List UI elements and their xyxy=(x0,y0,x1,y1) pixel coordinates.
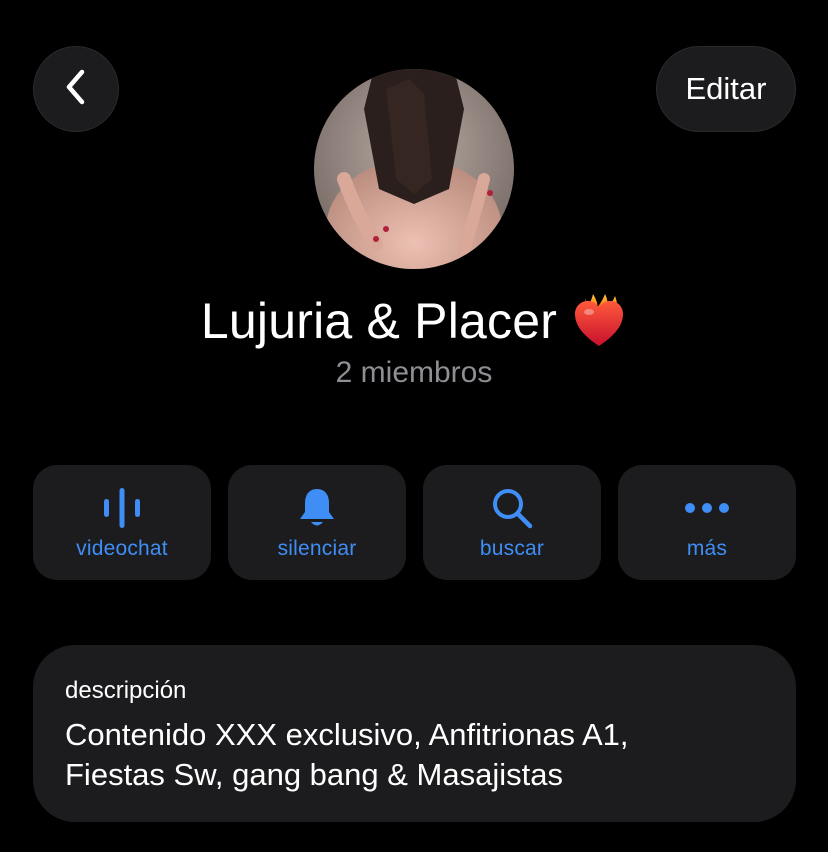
description-card: descripción Contenido XXX exclusivo, Anf… xyxy=(33,645,796,822)
description-line-2: Fiestas Sw, gang bang & Masajistas xyxy=(65,757,563,792)
more-button[interactable]: más xyxy=(618,465,796,580)
search-label: buscar xyxy=(479,537,545,560)
videochat-button[interactable]: videochat xyxy=(33,465,211,580)
chevron-left-icon xyxy=(61,67,91,112)
search-icon xyxy=(487,485,537,531)
more-label: más xyxy=(686,537,728,560)
heart-on-fire-icon xyxy=(571,292,627,350)
mute-button[interactable]: silenciar xyxy=(228,465,406,580)
back-button[interactable] xyxy=(33,46,119,132)
description-line-1: Contenido XXX exclusivo, Anfitrionas A1, xyxy=(65,717,629,752)
bell-icon xyxy=(292,485,342,531)
group-name: Lujuria & Placer xyxy=(200,293,558,349)
audio-waveform-icon xyxy=(97,485,147,531)
description-text: Contenido XXX exclusivo, Anfitrionas A1,… xyxy=(65,715,764,795)
member-count: 2 miembros xyxy=(335,356,493,389)
group-avatar[interactable] xyxy=(314,69,514,269)
videochat-label: videochat xyxy=(76,537,168,560)
search-button[interactable]: buscar xyxy=(423,465,601,580)
description-label: descripción xyxy=(65,677,187,704)
edit-button[interactable]: Editar xyxy=(656,46,796,132)
more-icon xyxy=(682,485,732,531)
mute-label: silenciar xyxy=(277,537,357,560)
